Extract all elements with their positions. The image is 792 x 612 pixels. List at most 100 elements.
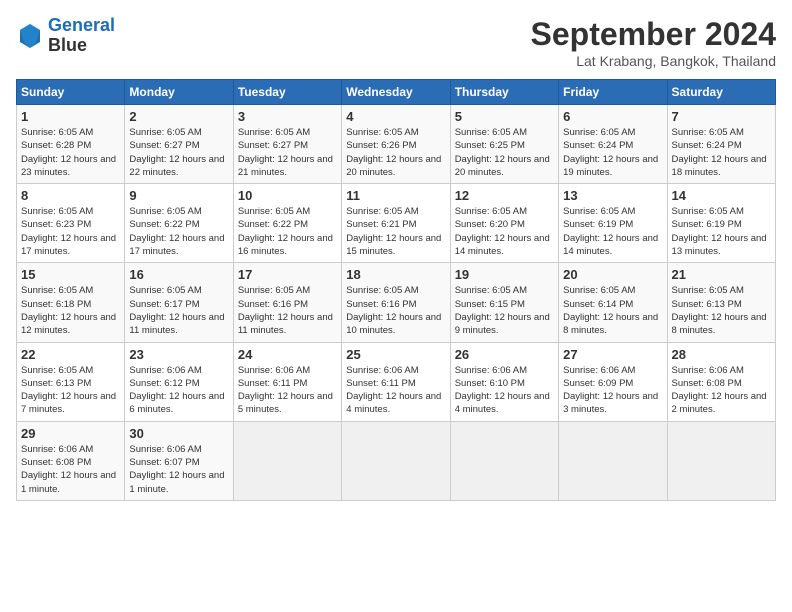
calendar-cell: 3 Sunrise: 6:05 AMSunset: 6:27 PMDaylight… — [233, 105, 341, 184]
calendar-cell: 8 Sunrise: 6:05 AMSunset: 6:23 PMDaylight… — [17, 184, 125, 263]
day-number: 15 — [21, 267, 120, 282]
day-info: Sunrise: 6:06 AMSunset: 6:11 PMDaylight:… — [346, 364, 445, 417]
calendar-cell: 7 Sunrise: 6:05 AMSunset: 6:24 PMDaylight… — [667, 105, 775, 184]
calendar-cell: 14 Sunrise: 6:05 AMSunset: 6:19 PMDayligh… — [667, 184, 775, 263]
calendar-cell: 2 Sunrise: 6:05 AMSunset: 6:27 PMDaylight… — [125, 105, 233, 184]
day-info: Sunrise: 6:05 AMSunset: 6:26 PMDaylight:… — [346, 126, 445, 179]
calendar-cell: 9Sunrise: 6:05 AMSunset: 6:22 PMDaylight… — [125, 184, 233, 263]
day-info: Sunrise: 6:05 AMSunset: 6:16 PMDaylight:… — [346, 284, 445, 337]
day-number: 13 — [563, 188, 662, 203]
day-number: 10 — [238, 188, 337, 203]
day-number: 28 — [672, 347, 771, 362]
calendar-cell: 29Sunrise: 6:06 AMSunset: 6:08 PMDayligh… — [17, 421, 125, 500]
logo: General Blue — [16, 16, 115, 56]
day-number: 21 — [672, 267, 771, 282]
day-info: Sunrise: 6:05 AMSunset: 6:22 PMDaylight:… — [238, 205, 337, 258]
calendar-cell: 21 Sunrise: 6:05 AMSunset: 6:13 PMDayligh… — [667, 263, 775, 342]
day-number: 23 — [129, 347, 228, 362]
day-info: Sunrise: 6:05 AMSunset: 6:13 PMDaylight:… — [21, 364, 120, 417]
day-number: 17 — [238, 267, 337, 282]
weekday-header-friday: Friday — [559, 80, 667, 105]
calendar-table: SundayMondayTuesdayWednesdayThursdayFrid… — [16, 79, 776, 501]
calendar-cell: 23 Sunrise: 6:06 AMSunset: 6:12 PMDayligh… — [125, 342, 233, 421]
day-number: 14 — [672, 188, 771, 203]
calendar-cell: 11 Sunrise: 6:05 AMSunset: 6:21 PMDayligh… — [342, 184, 450, 263]
day-number: 24 — [238, 347, 337, 362]
day-info: Sunrise: 6:06 AMSunset: 6:12 PMDaylight:… — [129, 364, 228, 417]
day-info: Sunrise: 6:05 AMSunset: 6:24 PMDaylight:… — [563, 126, 662, 179]
day-number: 26 — [455, 347, 554, 362]
day-info: Sunrise: 6:06 AMSunset: 6:09 PMDaylight:… — [563, 364, 662, 417]
calendar-cell: 30 Sunrise: 6:06 AMSunset: 6:07 PMDayligh… — [125, 421, 233, 500]
calendar-cell: 6 Sunrise: 6:05 AMSunset: 6:24 PMDaylight… — [559, 105, 667, 184]
weekday-header-sunday: Sunday — [17, 80, 125, 105]
day-number: 11 — [346, 188, 445, 203]
day-info: Sunrise: 6:05 AMSunset: 6:24 PMDaylight:… — [672, 126, 771, 179]
day-number: 30 — [129, 426, 228, 441]
calendar-cell: 28 Sunrise: 6:06 AMSunset: 6:08 PMDayligh… — [667, 342, 775, 421]
calendar-cell: 10 Sunrise: 6:05 AMSunset: 6:22 PMDayligh… — [233, 184, 341, 263]
day-number: 9 — [129, 188, 228, 203]
day-number: 7 — [672, 109, 771, 124]
calendar-week-5: 29Sunrise: 6:06 AMSunset: 6:08 PMDayligh… — [17, 421, 776, 500]
calendar-cell: 5Sunrise: 6:05 AMSunset: 6:25 PMDaylight… — [450, 105, 558, 184]
weekday-header-wednesday: Wednesday — [342, 80, 450, 105]
day-info: Sunrise: 6:06 AMSunset: 6:08 PMDaylight:… — [21, 443, 120, 496]
day-number: 4 — [346, 109, 445, 124]
weekday-header-row: SundayMondayTuesdayWednesdayThursdayFrid… — [17, 80, 776, 105]
logo-line2: Blue — [48, 35, 87, 55]
day-info: Sunrise: 6:06 AMSunset: 6:08 PMDaylight:… — [672, 364, 771, 417]
calendar-cell: 22Sunrise: 6:05 AMSunset: 6:13 PMDayligh… — [17, 342, 125, 421]
day-number: 19 — [455, 267, 554, 282]
day-info: Sunrise: 6:05 AMSunset: 6:14 PMDaylight:… — [563, 284, 662, 337]
day-info: Sunrise: 6:06 AMSunset: 6:10 PMDaylight:… — [455, 364, 554, 417]
logo-line1: General — [48, 15, 115, 35]
calendar-week-2: 8 Sunrise: 6:05 AMSunset: 6:23 PMDaylight… — [17, 184, 776, 263]
calendar-cell: 13Sunrise: 6:05 AMSunset: 6:19 PMDayligh… — [559, 184, 667, 263]
calendar-cell — [667, 421, 775, 500]
day-info: Sunrise: 6:05 AMSunset: 6:27 PMDaylight:… — [129, 126, 228, 179]
day-info: Sunrise: 6:05 AMSunset: 6:13 PMDaylight:… — [672, 284, 771, 337]
day-info: Sunrise: 6:05 AMSunset: 6:28 PMDaylight:… — [21, 126, 120, 179]
day-number: 12 — [455, 188, 554, 203]
calendar-week-1: 1Sunrise: 6:05 AMSunset: 6:28 PMDaylight… — [17, 105, 776, 184]
day-info: Sunrise: 6:05 AMSunset: 6:27 PMDaylight:… — [238, 126, 337, 179]
day-number: 5 — [455, 109, 554, 124]
day-number: 3 — [238, 109, 337, 124]
calendar-cell — [233, 421, 341, 500]
calendar-cell: 4 Sunrise: 6:05 AMSunset: 6:26 PMDaylight… — [342, 105, 450, 184]
weekday-header-saturday: Saturday — [667, 80, 775, 105]
day-number: 18 — [346, 267, 445, 282]
calendar-cell: 19Sunrise: 6:05 AMSunset: 6:15 PMDayligh… — [450, 263, 558, 342]
day-number: 2 — [129, 109, 228, 124]
calendar-cell: 26 Sunrise: 6:06 AMSunset: 6:10 PMDayligh… — [450, 342, 558, 421]
title-section: September 2024 Lat Krabang, Bangkok, Tha… — [531, 16, 776, 69]
weekday-header-thursday: Thursday — [450, 80, 558, 105]
day-info: Sunrise: 6:05 AMSunset: 6:23 PMDaylight:… — [21, 205, 120, 258]
day-info: Sunrise: 6:05 AMSunset: 6:21 PMDaylight:… — [346, 205, 445, 258]
calendar-cell: 27 Sunrise: 6:06 AMSunset: 6:09 PMDayligh… — [559, 342, 667, 421]
calendar-week-4: 22Sunrise: 6:05 AMSunset: 6:13 PMDayligh… — [17, 342, 776, 421]
calendar-cell: 16 Sunrise: 6:05 AMSunset: 6:17 PMDayligh… — [125, 263, 233, 342]
day-info: Sunrise: 6:05 AMSunset: 6:16 PMDaylight:… — [238, 284, 337, 337]
day-info: Sunrise: 6:06 AMSunset: 6:11 PMDaylight:… — [238, 364, 337, 417]
calendar-cell: 20Sunrise: 6:05 AMSunset: 6:14 PMDayligh… — [559, 263, 667, 342]
calendar-cell: 24 Sunrise: 6:06 AMSunset: 6:11 PMDayligh… — [233, 342, 341, 421]
weekday-header-monday: Monday — [125, 80, 233, 105]
day-number: 27 — [563, 347, 662, 362]
day-number: 25 — [346, 347, 445, 362]
day-info: Sunrise: 6:05 AMSunset: 6:18 PMDaylight:… — [21, 284, 120, 337]
day-number: 6 — [563, 109, 662, 124]
day-number: 8 — [21, 188, 120, 203]
calendar-week-3: 15 Sunrise: 6:05 AMSunset: 6:18 PMDayligh… — [17, 263, 776, 342]
day-number: 16 — [129, 267, 228, 282]
calendar-cell: 1Sunrise: 6:05 AMSunset: 6:28 PMDaylight… — [17, 105, 125, 184]
page-header: General Blue September 2024 Lat Krabang,… — [16, 16, 776, 69]
calendar-cell — [342, 421, 450, 500]
day-info: Sunrise: 6:06 AMSunset: 6:07 PMDaylight:… — [129, 443, 228, 496]
day-info: Sunrise: 6:05 AMSunset: 6:20 PMDaylight:… — [455, 205, 554, 258]
day-info: Sunrise: 6:05 AMSunset: 6:19 PMDaylight:… — [672, 205, 771, 258]
logo-icon — [16, 22, 44, 50]
calendar-body: 1Sunrise: 6:05 AMSunset: 6:28 PMDaylight… — [17, 105, 776, 501]
day-info: Sunrise: 6:05 AMSunset: 6:17 PMDaylight:… — [129, 284, 228, 337]
